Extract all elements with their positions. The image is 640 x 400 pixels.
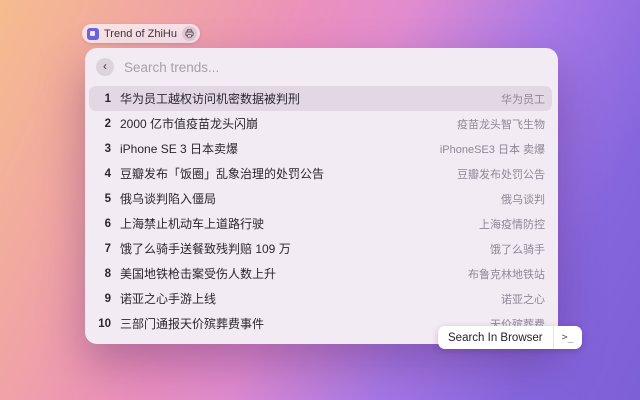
trend-rank: 1 [104,92,111,105]
trend-rank: 5 [104,192,111,205]
trend-tag: 诺亚之心 [501,293,545,306]
search-bar: ‹ [85,48,558,86]
trend-list-item[interactable]: 2 2000 亿市值疫苗龙头闪崩 疫苗龙头智飞生物 [89,111,552,136]
trend-list-item[interactable]: 8 美国地铁枪击案受伤人数上升 布鲁克林地铁站 [89,261,552,286]
trend-title: iPhone SE 3 日本卖爆 [120,142,239,156]
trend-rank: 7 [104,242,111,255]
search-in-browser-label: Search In Browser [448,331,543,344]
terminal-shortcut-icon: >_ [552,326,582,349]
trend-list-item[interactable]: 3 iPhone SE 3 日本卖爆 iPhoneSE3 日本 卖爆 [89,136,552,161]
trend-rank: 6 [104,217,111,230]
trend-tag: 俄乌谈判 [501,193,545,206]
trend-list-item[interactable]: 7 饿了么骑手送餐致残判赔 109 万 饿了么骑手 [89,236,552,261]
trend-tag: 华为员工 [501,93,545,106]
trend-title: 美国地铁枪击案受伤人数上升 [120,267,277,281]
trend-tag: 布鲁克林地铁站 [468,268,545,281]
trend-list-item[interactable]: 5 俄乌谈判陷入僵局 俄乌谈判 [89,186,552,211]
plugin-badge-label: Trend of ZhiHu [104,27,177,40]
plugin-app-icon [87,27,99,40]
trend-title: 豆瓣发布「饭圈」乱象治理的处罚公告 [120,167,325,181]
trend-tag: iPhoneSE3 日本 卖爆 [439,143,545,156]
trend-title: 俄乌谈判陷入僵局 [120,192,217,206]
trend-tag: 上海疫情防控 [479,218,545,231]
trend-list-item[interactable]: 9 诺亚之心手游上线 诺亚之心 [89,286,552,311]
trend-list: 1 华为员工越权访问机密数据被判刑 华为员工 2 2000 亿市值疫苗龙头闪崩 … [85,86,558,342]
plugin-badge[interactable]: Trend of ZhiHu [82,24,200,43]
print-icon[interactable] [181,26,197,41]
trends-panel: ‹ 1 华为员工越权访问机密数据被判刑 华为员工 2 2000 亿市值疫苗龙头闪… [85,48,558,344]
trend-title: 诺亚之心手游上线 [120,292,217,306]
trend-rank: 9 [104,292,111,305]
trend-list-item[interactable]: 6 上海禁止机动车上道路行驶 上海疫情防控 [89,211,552,236]
trend-list-item[interactable]: 1 华为员工越权访问机密数据被判刑 华为员工 [89,86,552,111]
trend-title: 华为员工越权访问机密数据被判刑 [120,92,301,106]
search-in-browser-button[interactable]: Search In Browser >_ [438,326,582,349]
trend-rank: 4 [104,167,111,180]
trend-title: 三部门通报天价殡葬费事件 [120,317,265,331]
trend-tag: 疫苗龙头智飞生物 [457,118,545,131]
trend-title: 2000 亿市值疫苗龙头闪崩 [120,117,259,131]
trend-rank: 8 [104,267,111,280]
back-button[interactable]: ‹ [96,58,114,76]
trend-tag: 饿了么骑手 [490,243,545,256]
search-input[interactable] [124,59,546,75]
trend-rank: 3 [104,142,111,155]
trend-tag: 豆瓣发布处罚公告 [457,168,545,181]
trend-list-item[interactable]: 4 豆瓣发布「饭圈」乱象治理的处罚公告 豆瓣发布处罚公告 [89,161,552,186]
trend-title: 上海禁止机动车上道路行驶 [120,217,265,231]
trend-title: 饿了么骑手送餐致残判赔 109 万 [120,242,291,256]
trend-rank: 2 [104,117,111,130]
trend-rank: 10 [98,317,111,330]
